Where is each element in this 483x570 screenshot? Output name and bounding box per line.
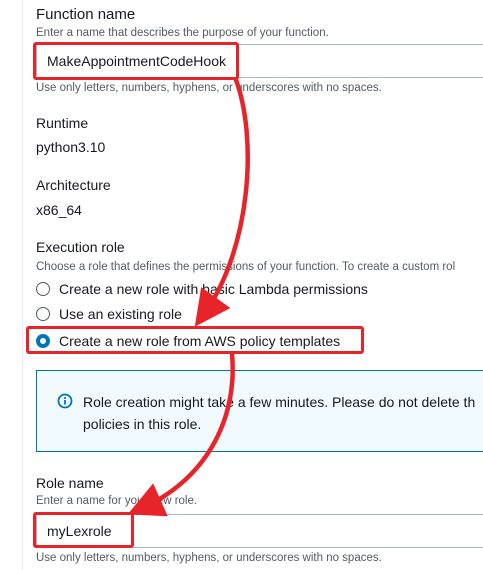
annotation-arrow-icon (127, 77, 250, 517)
annotation-arrow-2 (127, 351, 235, 517)
annotation-arrow-1 (194, 77, 250, 327)
